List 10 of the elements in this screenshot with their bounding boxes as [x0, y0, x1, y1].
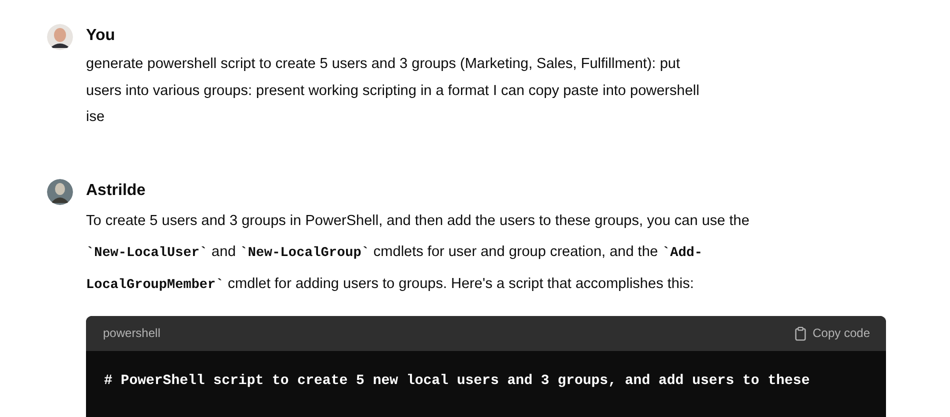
avatar [47, 24, 73, 50]
clipboard-icon [792, 326, 808, 340]
author-name: You [86, 26, 116, 46]
code-line: # PowerShell script to create 5 new local users and 3 groups, and add users to these [104, 372, 811, 388]
code-language: powershell [103, 326, 160, 340]
message-text: To create 5 users and 3 groups in PowerShell, and then add the users to these groups, you can use the `New-LocalUser` and `New-LocalGroup` cmdlets for user and group creation, and the `Add- LocalGroupMember` cmdlet for adding users to groups. Here's a script that accomplishes this: [86, 212, 750, 294]
copy-code-button[interactable]: Copy code [792, 326, 870, 340]
author-name: Astrilde [86, 180, 147, 200]
message-text: generate powershell script to create 5 users and 3 groups (Marketing, Sales, Fulfillment): put users into various groups: present working scripting in a format I can copy paste into powershell ise [86, 55, 700, 127]
avatar [47, 178, 73, 204]
